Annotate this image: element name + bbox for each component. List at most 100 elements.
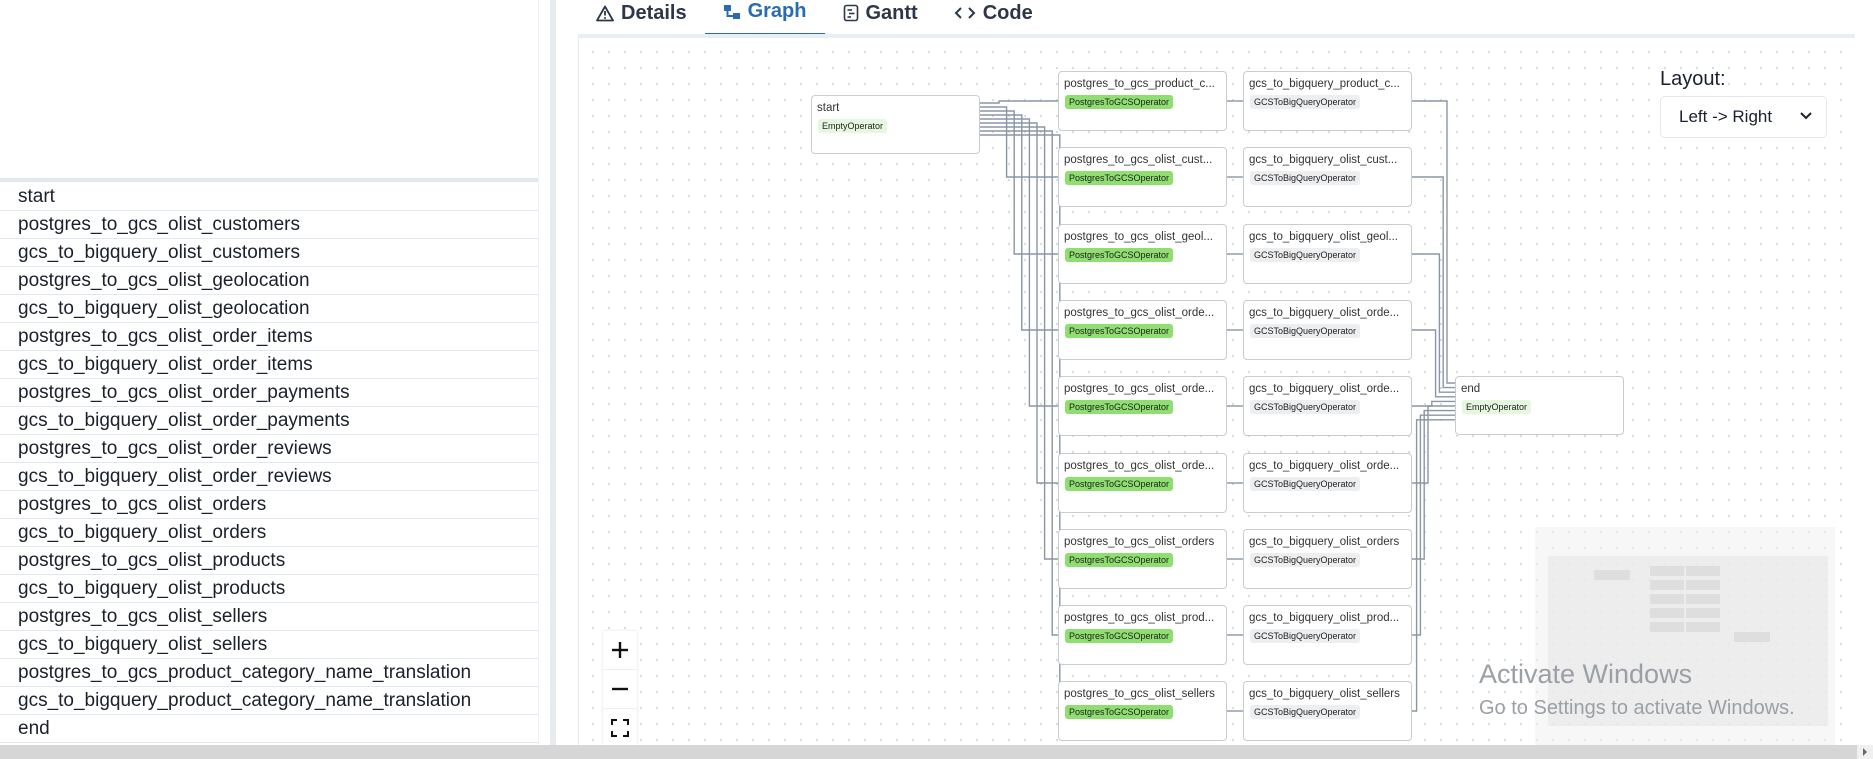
task-node-name: gcs_to_bigquery_product_c... (1249, 78, 1400, 90)
task-node-name: gcs_to_bigquery_olist_geol... (1249, 231, 1398, 243)
panel-resize-handle[interactable] (550, 0, 556, 745)
task-list-item[interactable]: gcs_to_bigquery_olist_order_items (0, 351, 538, 379)
graph-node-postgres-to-gcs[interactable]: postgres_to_gcs_olist_orde... PostgresToG… (1058, 453, 1227, 513)
task-node-name: gcs_to_bigquery_olist_orde... (1249, 307, 1400, 319)
code-icon (954, 7, 976, 19)
graph-node-postgres-to-gcs[interactable]: postgres_to_gcs_olist_orde... PostgresToG… (1058, 376, 1227, 436)
task-list-item[interactable]: postgres_to_gcs_product_category_name_tr… (0, 659, 538, 687)
task-list-item[interactable]: postgres_to_gcs_olist_order_items (0, 323, 538, 351)
tab-details[interactable]: Details (578, 0, 705, 36)
task-node-name: end (1461, 383, 1481, 395)
graph-node-postgres-to-gcs[interactable]: postgres_to_gcs_product_c... PostgresToGC… (1058, 71, 1227, 131)
watermark-subtitle: Go to Settings to activate Windows. (1479, 697, 1795, 719)
graph-node-gcs-to-bigquery[interactable]: gcs_to_bigquery_olist_prod... GCSToBigQue… (1243, 605, 1412, 665)
task-list-item[interactable]: gcs_to_bigquery_olist_order_reviews (0, 463, 538, 491)
graph-node-postgres-to-gcs[interactable]: postgres_to_gcs_olist_cust... PostgresToG… (1058, 147, 1227, 207)
graph-edge (980, 110, 1058, 255)
operator-badge: PostgresToGCSOperator (1065, 324, 1174, 338)
task-list-item[interactable]: postgres_to_gcs_olist_order_payments (0, 379, 538, 407)
task-list-item[interactable]: gcs_to_bigquery_product_category_name_tr… (0, 687, 538, 715)
graph-node-gcs-to-bigquery[interactable]: gcs_to_bigquery_olist_orders GCSToBigQuer… (1243, 529, 1412, 589)
horizontal-scrollbar[interactable] (0, 745, 1873, 759)
graph-node-end[interactable]: end EmptyOperator (1455, 376, 1624, 435)
task-list-item[interactable]: postgres_to_gcs_olist_geolocation (0, 267, 538, 295)
graph-edge (1412, 414, 1455, 636)
task-list-item[interactable]: gcs_to_bigquery_olist_sellers (0, 631, 538, 659)
task-list-item[interactable]: postgres_to_gcs_olist_orders (0, 491, 538, 519)
operator-badge: GCSToBigQueryOperator (1250, 95, 1361, 109)
warning-triangle-icon (596, 5, 614, 21)
graph-edge (1412, 253, 1455, 393)
operator-badge: PostgresToGCSOperator (1065, 95, 1174, 109)
graph-node-start[interactable]: start EmptyOperator (811, 95, 980, 154)
tab-gantt[interactable]: Gantt (825, 0, 936, 36)
task-list-item[interactable]: postgres_to_gcs_olist_sellers (0, 603, 538, 631)
task-node-name: postgres_to_gcs_olist_orde... (1064, 307, 1215, 319)
chevron-right-icon (1863, 748, 1867, 756)
graph-edge (980, 118, 1058, 407)
operator-badge: PostgresToGCSOperator (1065, 629, 1174, 643)
operator-badge: PostgresToGCSOperator (1065, 171, 1174, 185)
fit-view-button[interactable] (603, 709, 637, 747)
task-list-item[interactable]: gcs_to_bigquery_olist_customers (0, 239, 538, 267)
graph-node-gcs-to-bigquery[interactable]: gcs_to_bigquery_product_c... GCSToBigQuer… (1243, 71, 1412, 131)
graph-node-postgres-to-gcs[interactable]: postgres_to_gcs_olist_orde... PostgresToG… (1058, 300, 1227, 360)
operator-badge: GCSToBigQueryOperator (1250, 248, 1361, 262)
tab-label: Graph (747, 0, 807, 22)
task-list-item[interactable]: postgres_to_gcs_olist_order_reviews (0, 435, 538, 463)
layout-select-value: Left -> Right (1679, 107, 1773, 126)
task-list-divider (0, 178, 538, 182)
graph-edge (1412, 419, 1455, 712)
task-node-name: gcs_to_bigquery_olist_prod... (1249, 612, 1400, 624)
task-node-name: gcs_to_bigquery_olist_orde... (1249, 460, 1400, 472)
task-node-name: postgres_to_gcs_olist_prod... (1064, 612, 1215, 624)
layout-label: Layout: (1660, 68, 1726, 90)
graph-node-postgres-to-gcs[interactable]: postgres_to_gcs_olist_sellers PostgresToG… (1058, 681, 1227, 741)
task-list-item[interactable]: gcs_to_bigquery_olist_orders (0, 519, 538, 547)
operator-badge: EmptyOperator (818, 119, 888, 133)
task-node-name: postgres_to_gcs_olist_cust... (1064, 154, 1213, 166)
operator-badge: PostgresToGCSOperator (1065, 477, 1174, 491)
task-node-name: gcs_to_bigquery_olist_orde... (1249, 383, 1400, 395)
graph-edge (980, 100, 1058, 104)
graph-node-gcs-to-bigquery[interactable]: gcs_to_bigquery_olist_orde... GCSToBigQue… (1243, 453, 1412, 513)
task-node-name: gcs_to_bigquery_olist_orders (1249, 536, 1400, 548)
tab-code[interactable]: Code (936, 0, 1051, 36)
graph-node-gcs-to-bigquery[interactable]: gcs_to_bigquery_olist_geol... GCSToBigQue… (1243, 224, 1412, 284)
graph-node-gcs-to-bigquery[interactable]: gcs_to_bigquery_olist_cust... GCSToBigQue… (1243, 147, 1412, 207)
graph-edge (1412, 409, 1455, 560)
scroll-right-button[interactable] (1857, 745, 1873, 759)
task-node-name: postgres_to_gcs_olist_orders (1064, 536, 1215, 548)
fit-view-icon (611, 719, 629, 737)
tab-graph[interactable]: Graph (704, 0, 825, 36)
zoom-out-button[interactable] (603, 670, 637, 709)
task-node-name: gcs_to_bigquery_olist_cust... (1249, 154, 1398, 166)
task-node-name: postgres_to_gcs_olist_geol... (1064, 231, 1213, 243)
task-list-item[interactable]: gcs_to_bigquery_olist_geolocation (0, 295, 538, 323)
graph-node-gcs-to-bigquery[interactable]: gcs_to_bigquery_olist_orde... GCSToBigQue… (1243, 300, 1412, 360)
tab-label: Gantt (865, 1, 918, 24)
task-list-item[interactable]: postgres_to_gcs_olist_customers (0, 211, 538, 239)
task-list-item[interactable]: gcs_to_bigquery_olist_order_payments (0, 407, 538, 435)
graph-node-gcs-to-bigquery[interactable]: gcs_to_bigquery_olist_orde... GCSToBigQue… (1243, 376, 1412, 436)
task-node-name: gcs_to_bigquery_olist_sellers (1249, 688, 1400, 700)
gantt-icon (843, 4, 858, 22)
graph-node-gcs-to-bigquery[interactable]: gcs_to_bigquery_olist_sellers GCSToBigQue… (1243, 681, 1412, 741)
graph-node-postgres-to-gcs[interactable]: postgres_to_gcs_olist_prod... PostgresToG… (1058, 605, 1227, 665)
operator-badge: PostgresToGCSOperator (1065, 400, 1174, 414)
plus-icon (612, 642, 628, 658)
task-list-item[interactable]: start (0, 183, 538, 211)
operator-badge: GCSToBigQueryOperator (1250, 629, 1361, 643)
task-list-item[interactable]: end (0, 715, 538, 743)
minus-icon (612, 687, 628, 691)
tab-label: Details (621, 1, 687, 24)
task-list-item[interactable]: gcs_to_bigquery_olist_products (0, 575, 538, 603)
zoom-in-button[interactable] (603, 631, 637, 670)
graph-node-postgres-to-gcs[interactable]: postgres_to_gcs_olist_geol... PostgresToG… (1058, 224, 1227, 284)
graph-edge (980, 114, 1058, 331)
dag-tabs: Details Graph Gantt Code (578, 0, 1051, 36)
graph-node-postgres-to-gcs[interactable]: postgres_to_gcs_olist_orders PostgresToGC… (1058, 529, 1227, 589)
operator-badge: GCSToBigQueryOperator (1250, 324, 1361, 338)
layout-select[interactable]: Left -> Right (1660, 96, 1827, 138)
task-list-item[interactable]: postgres_to_gcs_olist_products (0, 547, 538, 575)
